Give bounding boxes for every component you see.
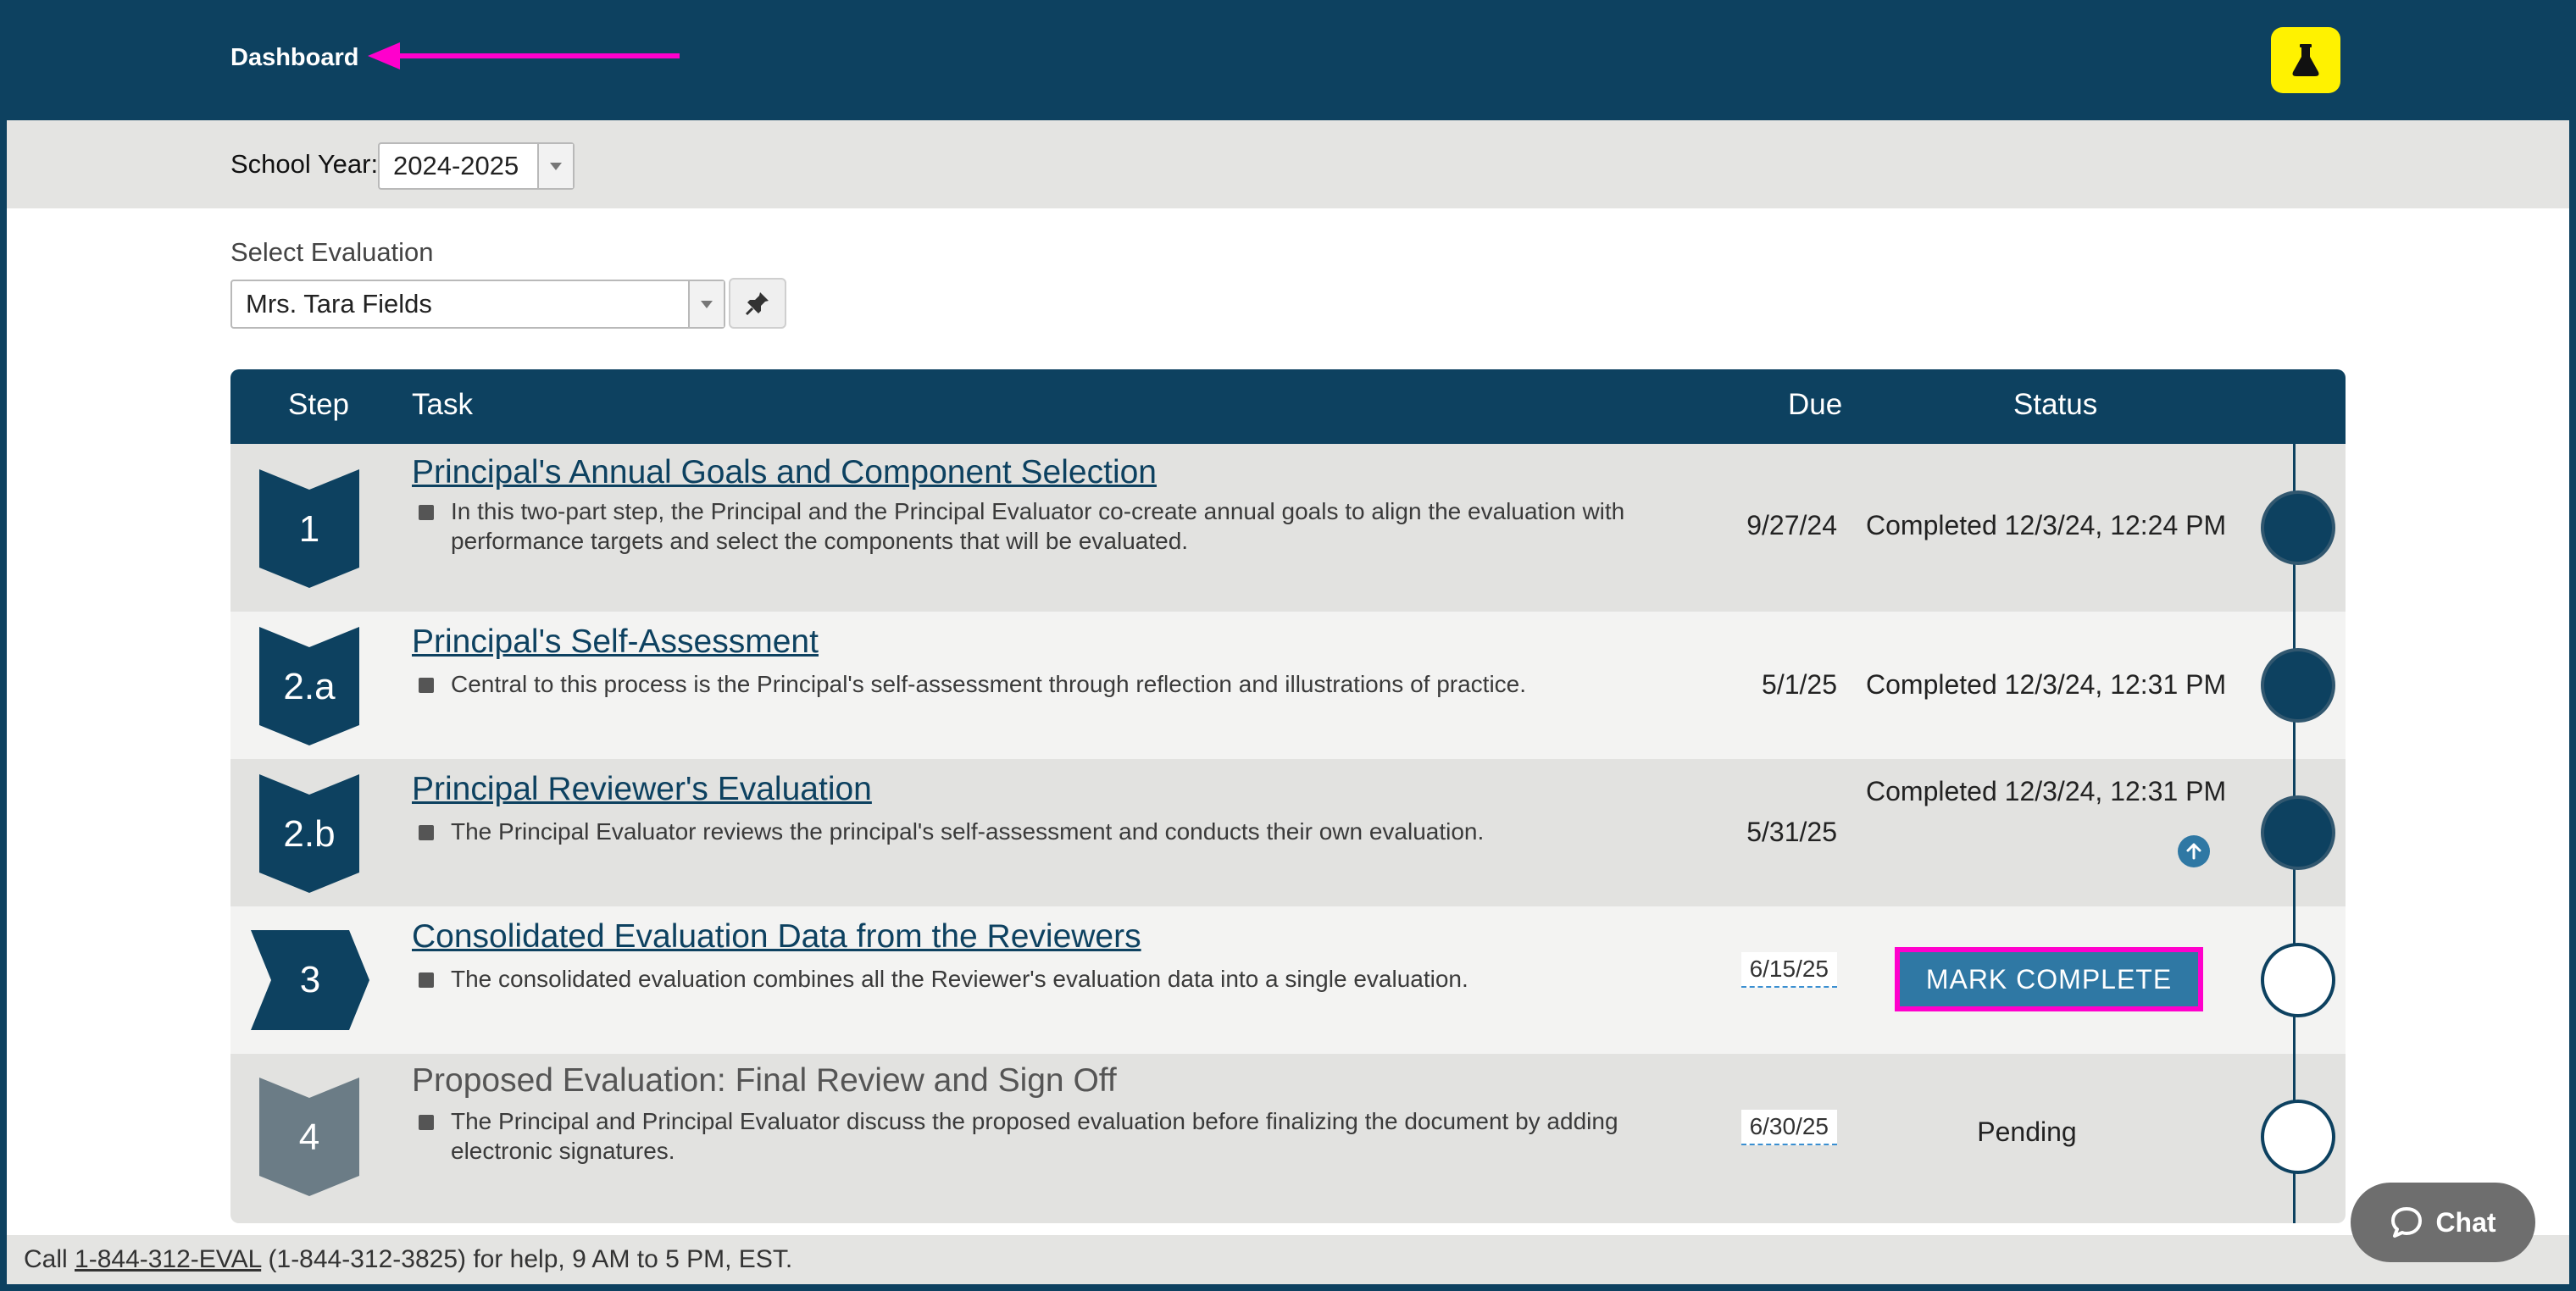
evaluation-select[interactable]: Mrs. Tara Fields <box>230 280 725 329</box>
step-number: 2.a <box>283 666 336 707</box>
arrow-up-circle-icon[interactable] <box>2178 835 2210 867</box>
bullet-square-icon <box>419 1115 434 1130</box>
step-badge: 2.b <box>259 774 359 893</box>
step-badge: 1 <box>259 469 359 588</box>
task-description: In this two-part step, the Principal and… <box>419 496 1722 556</box>
school-year-bar: School Year: 2024-2025 <box>7 120 2569 208</box>
help-phone-link[interactable]: 1-844-312-EVAL <box>75 1245 261 1273</box>
table-header: Step Task Due Status <box>230 369 2346 444</box>
status-circle-completed-icon <box>2261 795 2335 870</box>
column-header-status: Status <box>2013 388 2098 421</box>
bullet-square-icon <box>419 825 434 840</box>
select-evaluation-label: Select Evaluation <box>230 237 434 267</box>
pin-icon <box>745 292 769 316</box>
lab-flask-button[interactable] <box>2271 27 2340 93</box>
step-number: 4 <box>298 1116 320 1158</box>
flask-icon <box>2292 44 2319 76</box>
help-prefix: Call <box>24 1245 68 1273</box>
task-title-link[interactable]: Principal Reviewer's Evaluation <box>412 771 872 808</box>
app-frame: Dashboard School Year: 2024-2025 Select … <box>7 0 2569 1284</box>
school-year-value: 2024-2025 <box>393 151 519 180</box>
task-description: The Principal Evaluator reviews the prin… <box>419 817 1722 846</box>
status-text: Completed 12/3/24, 12:31 PM <box>1866 669 2227 700</box>
status-circle-completed-icon <box>2261 648 2335 723</box>
chat-label: Chat <box>2435 1206 2496 1238</box>
task-title-link[interactable]: Principal's Self-Assessment <box>412 623 819 661</box>
bullet-square-icon <box>419 678 434 693</box>
chat-button[interactable]: Chat <box>2351 1183 2535 1262</box>
help-footer: Call 1-844-312-EVAL (1-844-312-3825) for… <box>7 1235 2569 1284</box>
due-date: 5/1/25 <box>1762 669 1837 700</box>
task-description: Central to this process is the Principal… <box>419 669 1722 699</box>
step-badge: 3 <box>251 930 369 1030</box>
column-header-due: Due <box>1788 388 1843 421</box>
school-year-select[interactable]: 2024-2025 <box>378 142 575 190</box>
mark-complete-button[interactable]: MARK COMPLETE <box>1895 947 2203 1011</box>
due-date: 5/31/25 <box>1746 817 1837 847</box>
status-text: Pending <box>1977 1116 2077 1147</box>
status-circle-completed-icon <box>2261 490 2335 565</box>
due-date-input[interactable]: 6/30/25 <box>1740 1110 1837 1145</box>
table-row: 1 Principal's Annual Goals and Component… <box>230 444 2346 612</box>
status-circle-open-icon <box>2261 943 2335 1017</box>
dashboard-link[interactable]: Dashboard <box>230 44 358 72</box>
status-circle-open-icon <box>2261 1100 2335 1174</box>
column-header-step: Step <box>288 388 349 421</box>
step-badge: 4 <box>259 1078 359 1196</box>
step-number: 1 <box>298 508 320 550</box>
chevron-down-icon <box>688 281 724 327</box>
bullet-square-icon <box>419 505 434 520</box>
step-number: 3 <box>299 959 321 1000</box>
annotation-arrow-icon <box>368 42 680 69</box>
status-text: Completed 12/3/24, 12:31 PM <box>1866 776 2227 806</box>
due-date: 9/27/24 <box>1746 510 1837 540</box>
task-description: The consolidated evaluation combines all… <box>419 964 1722 994</box>
task-title-link[interactable]: Consolidated Evaluation Data from the Re… <box>412 918 1141 956</box>
task-description: The Principal and Principal Evaluator di… <box>419 1106 1722 1166</box>
step-number: 2.b <box>283 813 336 855</box>
task-title: Proposed Evaluation: Final Review and Si… <box>412 1062 1117 1099</box>
status-text: Completed 12/3/24, 12:24 PM <box>1866 510 2227 540</box>
chevron-down-icon <box>537 144 573 188</box>
chat-bubble-icon <box>2391 1207 2423 1238</box>
task-title-link[interactable]: Principal's Annual Goals and Component S… <box>412 454 1157 491</box>
school-year-label: School Year: <box>230 149 379 179</box>
table-row: 2.a Principal's Self-Assessment Central … <box>230 612 2346 759</box>
due-date-input[interactable]: 6/15/25 <box>1740 952 1837 988</box>
help-text: Call 1-844-312-EVAL (1-844-312-3825) for… <box>24 1245 792 1274</box>
evaluation-steps-table: Step Task Due Status 1 Principal's Annua… <box>230 369 2346 1223</box>
table-row: 4 Proposed Evaluation: Final Review and … <box>230 1054 2346 1223</box>
top-navigation-bar: Dashboard <box>7 0 2569 120</box>
table-row: 2.b Principal Reviewer's Evaluation The … <box>230 759 2346 906</box>
help-suffix: (1-844-312-3825) for help, 9 AM to 5 PM,… <box>268 1245 793 1273</box>
bullet-square-icon <box>419 972 434 988</box>
evaluation-value: Mrs. Tara Fields <box>246 289 432 319</box>
table-row: 3 Consolidated Evaluation Data from the … <box>230 906 2346 1054</box>
pin-button[interactable] <box>729 278 786 329</box>
step-badge: 2.a <box>259 627 359 745</box>
column-header-task: Task <box>412 388 473 421</box>
